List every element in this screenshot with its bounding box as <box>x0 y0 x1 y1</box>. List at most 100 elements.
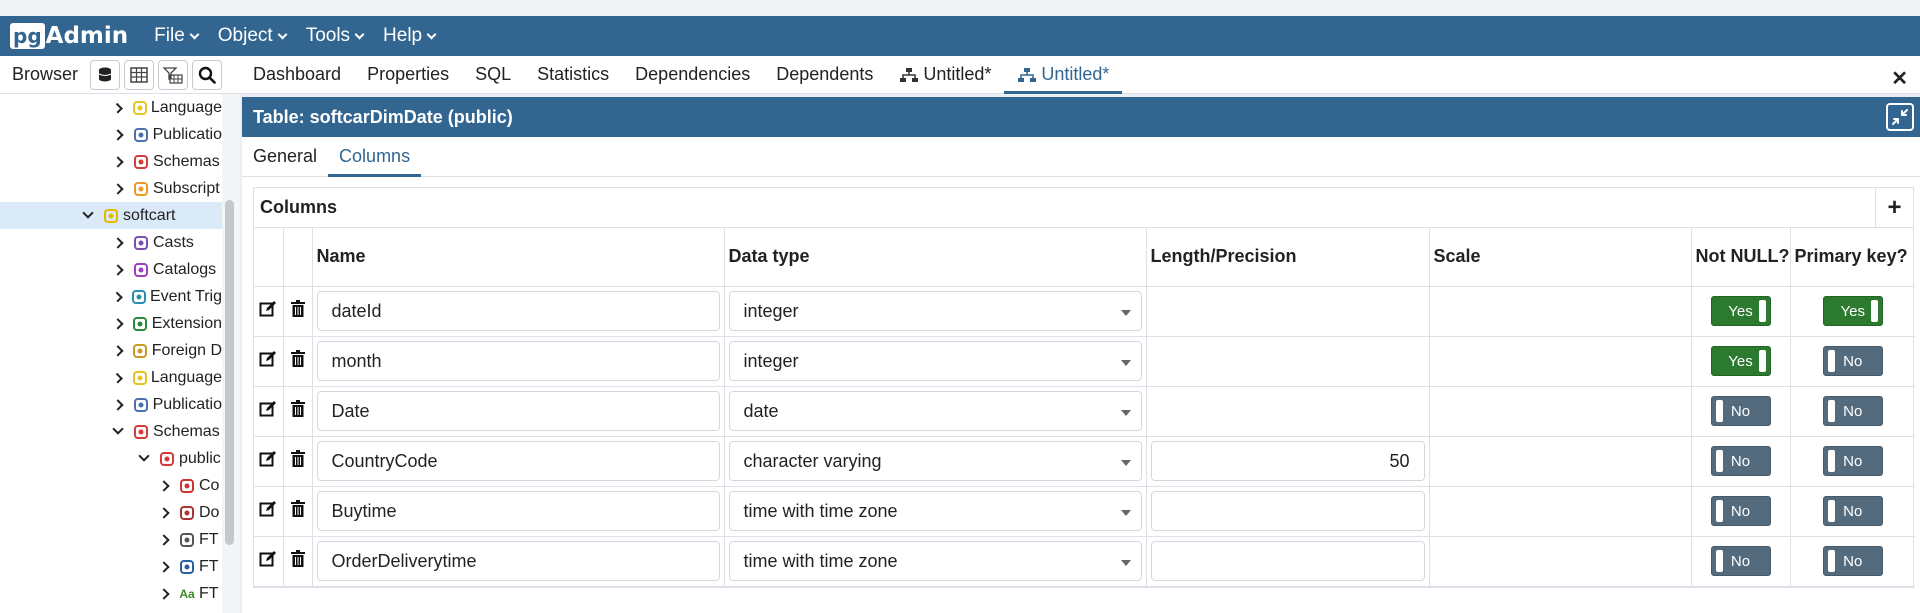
edit-icon[interactable] <box>259 350 277 368</box>
chevron-right-icon[interactable] <box>112 182 124 195</box>
notnull-toggle[interactable]: No <box>1710 546 1771 576</box>
tree-node[interactable]: public <box>0 445 222 472</box>
pk-toggle[interactable]: Yes <box>1822 296 1883 326</box>
tree-node[interactable]: Aa FT <box>0 580 222 607</box>
subtab-columns[interactable]: Columns <box>328 137 422 177</box>
tree-node[interactable]: FT <box>0 526 222 553</box>
tree-scrollbar-thumb[interactable] <box>225 200 234 545</box>
chevron-down-icon[interactable] <box>112 423 124 435</box>
chevron-right-icon[interactable] <box>112 372 124 383</box>
chevron-down-icon[interactable] <box>82 207 94 219</box>
edit-icon[interactable] <box>259 550 277 568</box>
chevron-right-icon[interactable] <box>158 560 170 573</box>
view-data-button[interactable] <box>124 59 155 90</box>
menu-help[interactable]: Help <box>383 25 437 47</box>
tree-node[interactable]: Publicatio <box>0 391 222 418</box>
pk-toggle[interactable]: No <box>1822 396 1883 426</box>
chevron-down-icon[interactable] <box>138 450 150 462</box>
trash-icon[interactable] <box>290 300 305 317</box>
close-tab-icon[interactable]: ✕ <box>1891 66 1908 91</box>
datatype-select[interactable]: integer <box>728 341 1142 381</box>
chevron-right-icon[interactable] <box>112 263 124 276</box>
chevron-right-icon[interactable] <box>112 236 124 249</box>
subtab-general[interactable]: General <box>242 137 328 176</box>
tab-properties[interactable]: Properties <box>354 56 462 93</box>
chevron-right-icon[interactable] <box>112 102 124 113</box>
tree-node[interactable]: Co <box>0 472 222 499</box>
tree-node[interactable]: Event Trig <box>0 283 222 310</box>
tree-node[interactable]: Extension <box>0 310 222 337</box>
chevron-right-icon[interactable] <box>158 506 170 519</box>
notnull-toggle[interactable]: Yes <box>1710 346 1771 376</box>
tab-dependencies[interactable]: Dependencies <box>622 56 763 93</box>
datatype-select[interactable]: character varying <box>728 441 1142 481</box>
maximize-dialog-button[interactable] <box>1886 103 1914 131</box>
tab-sql[interactable]: SQL <box>462 56 524 93</box>
tree-node[interactable]: Catalogs <box>0 256 222 283</box>
edit-icon[interactable] <box>259 300 277 318</box>
chevron-right-icon[interactable] <box>112 398 124 411</box>
tree-node[interactable]: FT <box>0 553 222 580</box>
chevron-right-icon[interactable] <box>112 128 124 141</box>
trash-icon[interactable] <box>290 550 305 567</box>
column-name-input[interactable]: OrderDeliverytime <box>316 541 720 581</box>
chevron-right-icon[interactable] <box>158 533 170 546</box>
chevron-right-icon[interactable] <box>112 344 124 357</box>
tree-node[interactable]: softcart <box>0 202 222 229</box>
length-input[interactable] <box>1150 491 1425 531</box>
datatype-select[interactable]: time with time zone <box>728 491 1142 531</box>
datatype-select[interactable]: integer <box>728 291 1142 331</box>
column-name-input[interactable]: month <box>316 341 720 381</box>
tree-node[interactable]: Language <box>0 364 222 391</box>
length-input[interactable]: 50 <box>1150 441 1425 481</box>
menu-file[interactable]: File <box>154 25 200 47</box>
chevron-right-icon[interactable] <box>158 587 170 600</box>
pk-toggle[interactable]: No <box>1822 346 1883 376</box>
column-name-input[interactable]: Date <box>316 391 720 431</box>
edit-icon[interactable] <box>259 500 277 518</box>
menu-tools[interactable]: Tools <box>306 25 365 47</box>
notnull-toggle[interactable]: No <box>1710 446 1771 476</box>
tree-node[interactable]: Publicatio <box>0 121 222 148</box>
edit-icon[interactable] <box>259 450 277 468</box>
notnull-toggle[interactable]: No <box>1710 496 1771 526</box>
datatype-select[interactable]: time with time zone <box>728 541 1142 581</box>
trash-icon[interactable] <box>290 400 305 417</box>
search-objects-button[interactable] <box>192 59 223 90</box>
notnull-toggle[interactable]: Yes <box>1710 296 1771 326</box>
trash-icon[interactable] <box>290 350 305 367</box>
tree-node[interactable]: Do <box>0 499 222 526</box>
tab-untitled-7[interactable]: Untitled* <box>1004 56 1123 94</box>
add-column-button[interactable]: + <box>1875 188 1913 227</box>
length-input[interactable] <box>1150 541 1425 581</box>
object-explorer-button[interactable] <box>90 59 121 90</box>
tree-node[interactable]: Language <box>0 94 222 121</box>
chevron-right-icon[interactable] <box>158 479 170 492</box>
chevron-right-icon[interactable] <box>112 317 124 330</box>
tree-node[interactable]: Subscript <box>0 175 222 202</box>
column-name-input[interactable]: CountryCode <box>316 441 720 481</box>
pk-toggle[interactable]: No <box>1822 496 1883 526</box>
chevron-right-icon[interactable] <box>112 155 124 168</box>
pk-toggle[interactable]: No <box>1822 446 1883 476</box>
column-name-input[interactable]: dateId <box>316 291 720 331</box>
tree-node[interactable]: FT <box>0 607 222 613</box>
edit-icon[interactable] <box>259 400 277 418</box>
tree-node[interactable]: Schemas <box>0 418 222 445</box>
filtered-rows-button[interactable] <box>158 59 189 90</box>
chevron-right-icon[interactable] <box>112 291 123 302</box>
menu-object[interactable]: Object <box>218 25 288 47</box>
trash-icon[interactable] <box>290 500 305 517</box>
tree-node[interactable]: Casts <box>0 229 222 256</box>
datatype-select[interactable]: date <box>728 391 1142 431</box>
trash-icon[interactable] <box>290 450 305 467</box>
tree-node[interactable]: Foreign D <box>0 337 222 364</box>
pk-toggle[interactable]: No <box>1822 546 1883 576</box>
tab-dependents[interactable]: Dependents <box>763 56 886 93</box>
tree-node[interactable]: Schemas <box>0 148 222 175</box>
tab-statistics[interactable]: Statistics <box>524 56 622 93</box>
column-name-input[interactable]: Buytime <box>316 491 720 531</box>
tab-untitled-6[interactable]: Untitled* <box>886 56 1004 93</box>
tab-dashboard[interactable]: Dashboard <box>240 56 354 93</box>
notnull-toggle[interactable]: No <box>1710 396 1771 426</box>
